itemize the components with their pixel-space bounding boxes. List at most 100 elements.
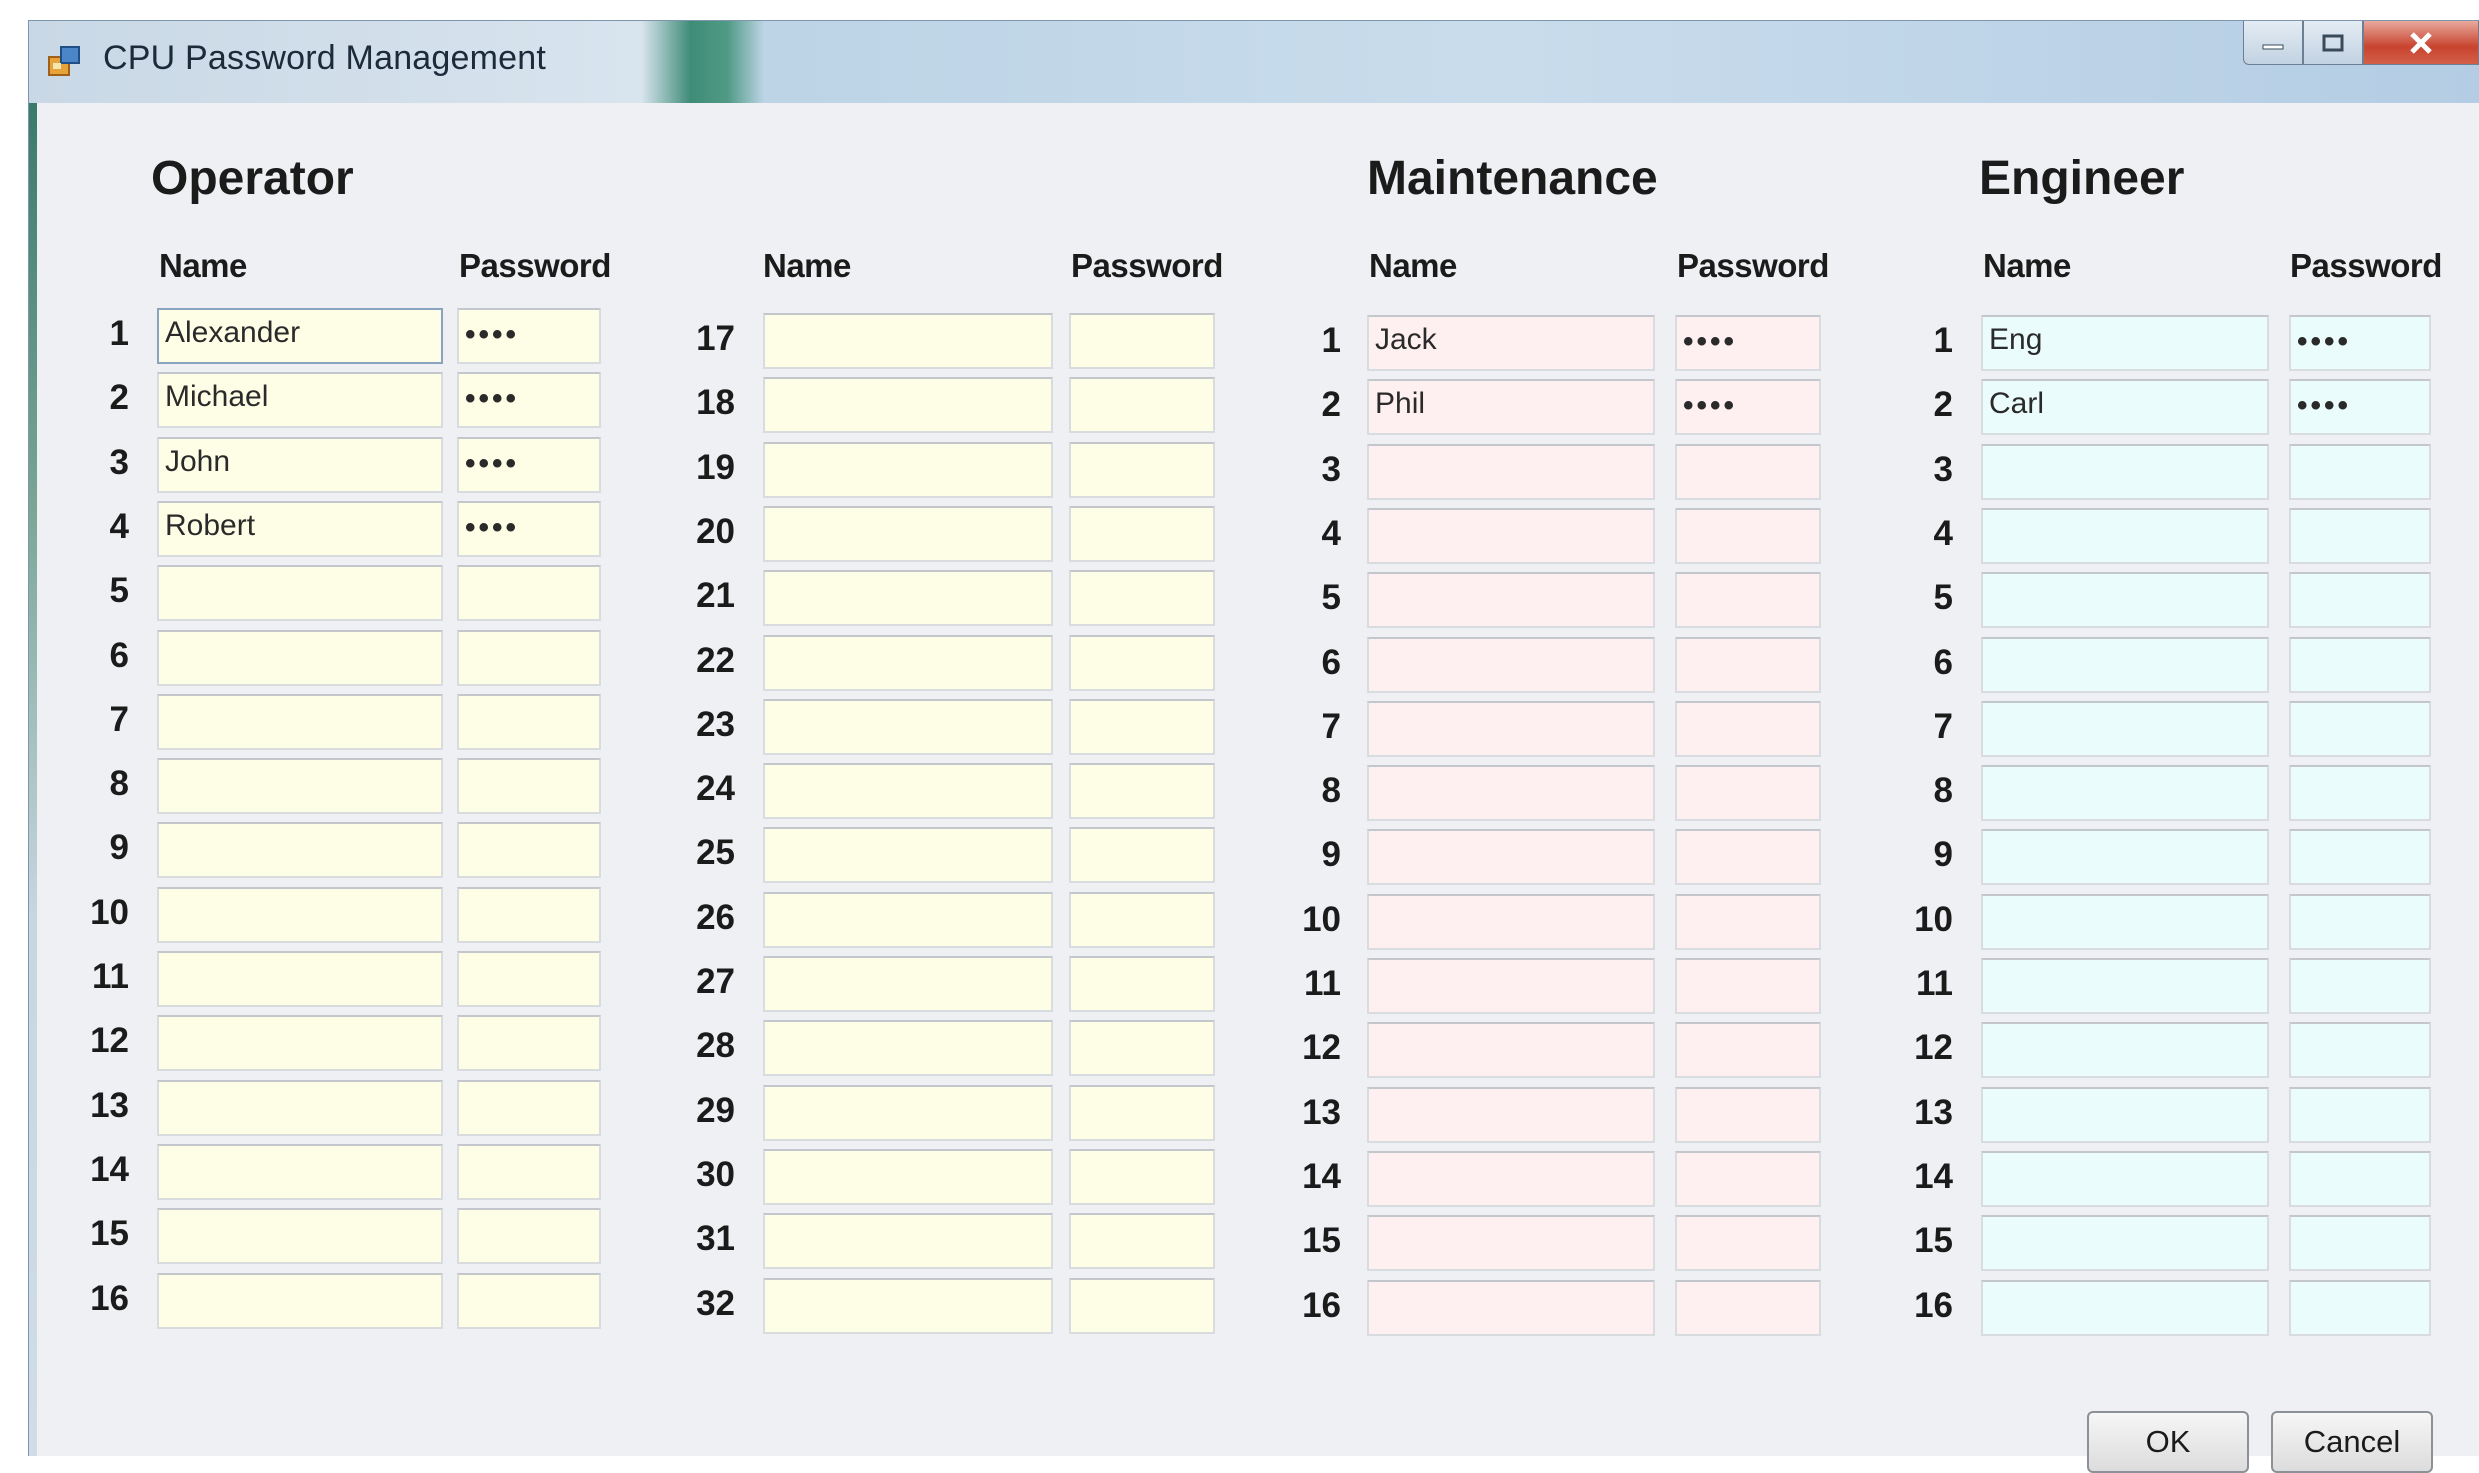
ok-button[interactable]: OK xyxy=(2087,1411,2249,1473)
maintenance-name-field[interactable] xyxy=(1367,637,1655,693)
engineer-password-field[interactable] xyxy=(2289,958,2431,1014)
maintenance-name-field[interactable]: Jack xyxy=(1367,315,1655,371)
engineer-password-field[interactable] xyxy=(2289,508,2431,564)
operator-name-field[interactable] xyxy=(157,1144,443,1200)
engineer-name-field[interactable] xyxy=(1981,1022,2269,1078)
operator-name-field[interactable] xyxy=(157,758,443,814)
operator2-name-field[interactable] xyxy=(763,377,1053,433)
maintenance-password-field[interactable] xyxy=(1675,1280,1821,1336)
operator-password-field[interactable] xyxy=(457,822,601,878)
operator2-name-field[interactable] xyxy=(763,442,1053,498)
engineer-name-field[interactable] xyxy=(1981,637,2269,693)
engineer-password-field[interactable] xyxy=(2289,1280,2431,1336)
operator-name-field[interactable] xyxy=(157,1080,443,1136)
operator-password-field[interactable] xyxy=(457,887,601,943)
operator2-name-field[interactable] xyxy=(763,1149,1053,1205)
operator-password-field[interactable] xyxy=(457,1144,601,1200)
operator-password-field[interactable] xyxy=(457,1080,601,1136)
operator-password-field[interactable] xyxy=(457,1208,601,1264)
operator2-name-field[interactable] xyxy=(763,1085,1053,1141)
operator-name-field[interactable] xyxy=(157,1015,443,1071)
operator-name-field[interactable] xyxy=(157,565,443,621)
operator2-password-field[interactable] xyxy=(1069,892,1215,948)
operator-password-field[interactable] xyxy=(457,951,601,1007)
operator-name-field[interactable]: Alexander xyxy=(157,308,443,364)
maintenance-name-field[interactable] xyxy=(1367,1151,1655,1207)
engineer-password-field[interactable] xyxy=(2289,1022,2431,1078)
operator2-name-field[interactable] xyxy=(763,1020,1053,1076)
operator2-password-field[interactable] xyxy=(1069,442,1215,498)
engineer-name-field[interactable] xyxy=(1981,958,2269,1014)
engineer-name-field[interactable] xyxy=(1981,701,2269,757)
engineer-password-field[interactable] xyxy=(2289,1151,2431,1207)
engineer-name-field[interactable] xyxy=(1981,894,2269,950)
operator2-password-field[interactable] xyxy=(1069,1085,1215,1141)
maintenance-name-field[interactable] xyxy=(1367,1087,1655,1143)
operator2-name-field[interactable] xyxy=(763,1213,1053,1269)
engineer-password-field[interactable] xyxy=(2289,894,2431,950)
maintenance-name-field[interactable] xyxy=(1367,1280,1655,1336)
maintenance-password-field[interactable] xyxy=(1675,701,1821,757)
operator2-name-field[interactable] xyxy=(763,699,1053,755)
maintenance-name-field[interactable] xyxy=(1367,1022,1655,1078)
engineer-name-field[interactable] xyxy=(1981,508,2269,564)
maintenance-password-field[interactable] xyxy=(1675,894,1821,950)
engineer-name-field[interactable]: Carl xyxy=(1981,379,2269,435)
maintenance-password-field[interactable] xyxy=(1675,1151,1821,1207)
engineer-name-field[interactable] xyxy=(1981,1087,2269,1143)
maintenance-password-field[interactable] xyxy=(1675,444,1821,500)
cancel-button[interactable]: Cancel xyxy=(2271,1411,2433,1473)
operator2-password-field[interactable] xyxy=(1069,1213,1215,1269)
operator2-password-field[interactable] xyxy=(1069,1278,1215,1334)
operator-name-field[interactable] xyxy=(157,1208,443,1264)
operator2-name-field[interactable] xyxy=(763,892,1053,948)
operator-name-field[interactable] xyxy=(157,1273,443,1329)
maintenance-password-field[interactable] xyxy=(1675,1022,1821,1078)
engineer-password-field[interactable]: •••• xyxy=(2289,315,2431,371)
operator2-password-field[interactable] xyxy=(1069,635,1215,691)
operator2-password-field[interactable] xyxy=(1069,1020,1215,1076)
maintenance-name-field[interactable] xyxy=(1367,894,1655,950)
maintenance-name-field[interactable] xyxy=(1367,701,1655,757)
maintenance-name-field[interactable] xyxy=(1367,829,1655,885)
operator-name-field[interactable]: Robert xyxy=(157,501,443,557)
maintenance-name-field[interactable] xyxy=(1367,765,1655,821)
operator-name-field[interactable]: Michael xyxy=(157,372,443,428)
engineer-name-field[interactable] xyxy=(1981,1151,2269,1207)
operator-name-field[interactable] xyxy=(157,887,443,943)
engineer-name-field[interactable] xyxy=(1981,829,2269,885)
engineer-password-field[interactable] xyxy=(2289,444,2431,500)
operator-name-field[interactable] xyxy=(157,951,443,1007)
maintenance-name-field[interactable] xyxy=(1367,508,1655,564)
operator2-password-field[interactable] xyxy=(1069,570,1215,626)
operator-password-field[interactable] xyxy=(457,565,601,621)
operator2-password-field[interactable] xyxy=(1069,313,1215,369)
maintenance-password-field[interactable] xyxy=(1675,765,1821,821)
operator-name-field[interactable] xyxy=(157,694,443,750)
operator2-name-field[interactable] xyxy=(763,827,1053,883)
minimize-button[interactable] xyxy=(2243,21,2303,65)
operator2-name-field[interactable] xyxy=(763,313,1053,369)
maintenance-name-field[interactable] xyxy=(1367,572,1655,628)
operator-password-field[interactable]: •••• xyxy=(457,501,601,557)
engineer-password-field[interactable] xyxy=(2289,1215,2431,1271)
operator2-password-field[interactable] xyxy=(1069,1149,1215,1205)
maintenance-name-field[interactable]: Phil xyxy=(1367,379,1655,435)
maintenance-password-field[interactable]: •••• xyxy=(1675,315,1821,371)
engineer-name-field[interactable] xyxy=(1981,1215,2269,1271)
maintenance-password-field[interactable] xyxy=(1675,637,1821,693)
maintenance-password-field[interactable] xyxy=(1675,1215,1821,1271)
maintenance-password-field[interactable]: •••• xyxy=(1675,379,1821,435)
operator2-password-field[interactable] xyxy=(1069,506,1215,562)
operator-password-field[interactable] xyxy=(457,1015,601,1071)
operator-password-field[interactable] xyxy=(457,758,601,814)
operator2-password-field[interactable] xyxy=(1069,827,1215,883)
maintenance-password-field[interactable] xyxy=(1675,508,1821,564)
maintenance-password-field[interactable] xyxy=(1675,1087,1821,1143)
operator-name-field[interactable] xyxy=(157,822,443,878)
maximize-button[interactable] xyxy=(2303,21,2363,65)
operator2-name-field[interactable] xyxy=(763,763,1053,819)
operator2-name-field[interactable] xyxy=(763,570,1053,626)
engineer-password-field[interactable] xyxy=(2289,637,2431,693)
maintenance-password-field[interactable] xyxy=(1675,572,1821,628)
